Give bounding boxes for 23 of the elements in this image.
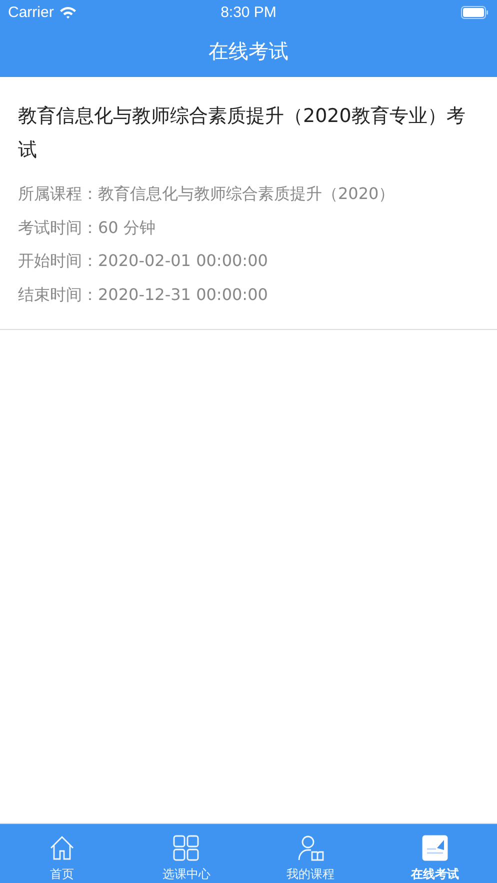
detail-label: 开始时间： [18, 251, 98, 270]
exam-card[interactable]: 教育信息化与教师综合素质提升（2020教育专业）考试 所属课程：教育信息化与教师综合素质提升（2020） 考试时间：60 分钟 开始时间：2020-02-01 00:00:00 结束时间：2020-12-31 00:00:00 [0, 77, 497, 330]
battery-icon [461, 6, 489, 19]
tab-item[interactable]: 选课中心 [124, 824, 248, 883]
detail-value: 2020-02-01 00:00:00 [98, 251, 268, 270]
detail-value: 教育信息化与教师综合素质提升（2020） [98, 184, 395, 203]
carrier-label: Carrier [8, 4, 54, 21]
status-time: 8:30 PM [220, 4, 276, 21]
detail-value: 2020-12-31 00:00:00 [98, 284, 268, 304]
detail-value: 60 分钟 [98, 218, 156, 236]
detail-label: 结束时间： [18, 284, 98, 304]
page-title: 在线考试 [208, 38, 288, 64]
home-icon [49, 835, 76, 861]
exam-paper-icon [422, 835, 448, 861]
tab-item[interactable]: 我的课程 [248, 824, 373, 883]
detail-label: 所属课程： [18, 184, 98, 203]
tab-item[interactable]: 首页 [0, 824, 124, 883]
wifi-icon [58, 6, 77, 19]
exam-title: 教育信息化与教师综合素质提升（2020教育专业）考试 [18, 104, 466, 163]
detail-label: 考试时间： [18, 218, 98, 236]
person-book-icon [298, 835, 324, 861]
grid-icon [173, 835, 200, 861]
tab-item[interactable]: 在线考试 [372, 824, 497, 883]
